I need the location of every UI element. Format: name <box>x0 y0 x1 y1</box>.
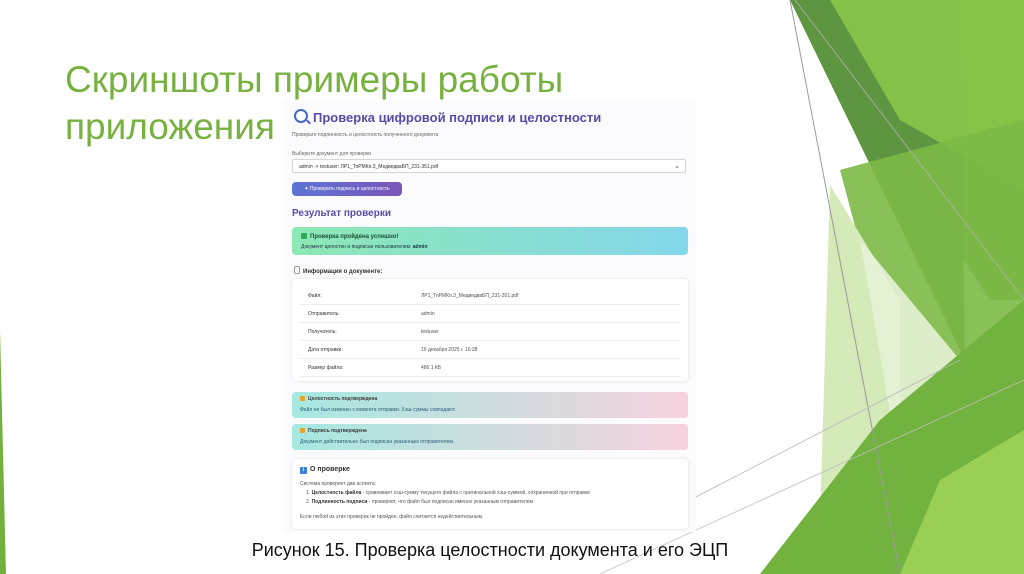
integrity-title-text: Целостность подтверждена <box>308 396 378 402</box>
doc-info-value: testuser <box>413 322 680 341</box>
success-banner: Проверка пройдена успешно! Документ цело… <box>292 227 688 255</box>
signature-text: Документ действительно был подписан указ… <box>300 439 455 445</box>
doc-info-key: Отправитель: <box>300 304 413 323</box>
doc-info-card: Файл: ЛР1_ТпРМКп.3_МедведваБП_231-351.pdf… <box>292 279 688 381</box>
lock-icon <box>300 396 305 401</box>
pen-icon <box>300 428 305 433</box>
table-row: Файл: ЛР1_ТпРМКп.3_МедведваБП_231-351.pdf <box>300 287 680 305</box>
doc-info-value: ЛР1_ТпРМКп.3_МедведваБП_231-351.pdf <box>413 287 680 305</box>
verify-button[interactable]: ✦ Проверить подпись и целостность <box>292 182 402 196</box>
success-text-prefix: Документ целостен и подписан пользовател… <box>301 244 412 250</box>
signature-title-text: Подпись подтверждена <box>308 428 367 434</box>
doc-info-value: 19 декабря 2025 г. 16:28 <box>413 340 680 359</box>
about-item-2-bold: Подлинность подписи <box>311 499 368 505</box>
result-title: Результат проверки <box>292 208 391 219</box>
about-card: iО проверке Система проверяет два аспект… <box>292 459 688 529</box>
integrity-banner: Целостность подтверждена Файл не был изм… <box>292 392 688 418</box>
figure-caption: Рисунок 15. Проверка целостности докумен… <box>251 540 729 560</box>
app-title-text: Проверка цифровой подписи и целостности <box>313 110 602 125</box>
clipboard-icon <box>294 266 300 274</box>
doc-info-table: Файл: ЛР1_ТпРМКп.3_МедведваБП_231-351.pdf… <box>300 287 680 377</box>
signature-banner: Подпись подтверждена Документ действител… <box>292 424 688 450</box>
table-row: Размер файла: 486.1 КБ <box>300 358 680 377</box>
signature-title: Подпись подтверждена <box>300 428 367 434</box>
doc-info-value: admin <box>413 304 680 323</box>
about-item-1: 1. Целостность файла - сравнивает хэш-су… <box>306 490 590 496</box>
checkbox-check-icon <box>301 233 307 239</box>
document-select[interactable]: admin -> testuser: ЛР1_ТпРМКп.3_Медведва… <box>292 159 686 173</box>
integrity-title: Целостность подтверждена <box>300 396 377 402</box>
table-row: Дата отправки: 19 декабря 2025 г. 16:28 <box>300 340 680 359</box>
about-title-text: О проверке <box>310 466 350 473</box>
document-select-value: admin -> testuser: ЛР1_ТпРМКп.3_Медведва… <box>299 164 439 170</box>
success-text: Документ целостен и подписан пользовател… <box>301 244 428 250</box>
chevron-down-icon: ⌄ <box>674 163 680 170</box>
doc-info-title-text: Информация о документе: <box>303 269 383 275</box>
table-row: Отправитель: admin <box>300 304 680 323</box>
success-title: Проверка пройдена успешно! <box>301 233 398 240</box>
doc-info-title: Информация о документе: <box>294 266 382 275</box>
doc-info-value: 486.1 КБ <box>413 358 680 377</box>
doc-info-key: Получатель: <box>300 322 413 341</box>
doc-info-key: Размер файла: <box>300 358 413 377</box>
about-item-2-text: - проверяет, что файл был подписан именн… <box>367 499 533 505</box>
about-item-1-bold: Целостность файла <box>311 490 362 496</box>
success-user: admin <box>412 244 428 250</box>
app-subtitle: Проверьте подлинность и целостность полу… <box>292 132 439 138</box>
about-footer: Если любой из этих проверок не пройден, … <box>300 514 484 520</box>
integrity-text: Файл не был изменен с момента отправки. … <box>300 407 456 413</box>
about-title: iО проверке <box>300 466 350 474</box>
doc-info-key: Файл: <box>300 287 413 305</box>
green-left-sliver <box>0 330 6 574</box>
info-icon: i <box>300 467 307 474</box>
magnifier-icon <box>294 109 308 123</box>
app-title: Проверка цифровой подписи и целостности <box>294 109 601 125</box>
about-item-1-text: - сравнивает хэш-сумму текущего файла с … <box>361 490 590 496</box>
select-label: Выберите документ для проверки <box>292 151 371 157</box>
about-item-2: 2. Подлинность подписи - проверяет, что … <box>306 499 533 505</box>
about-intro: Система проверяет два аспекта: <box>300 481 377 487</box>
app-screenshot: Проверка цифровой подписи и целостности … <box>284 101 696 532</box>
doc-info-key: Дата отправки: <box>300 340 413 359</box>
success-title-text: Проверка пройдена успешно! <box>310 234 399 240</box>
table-row: Получатель: testuser <box>300 322 680 341</box>
